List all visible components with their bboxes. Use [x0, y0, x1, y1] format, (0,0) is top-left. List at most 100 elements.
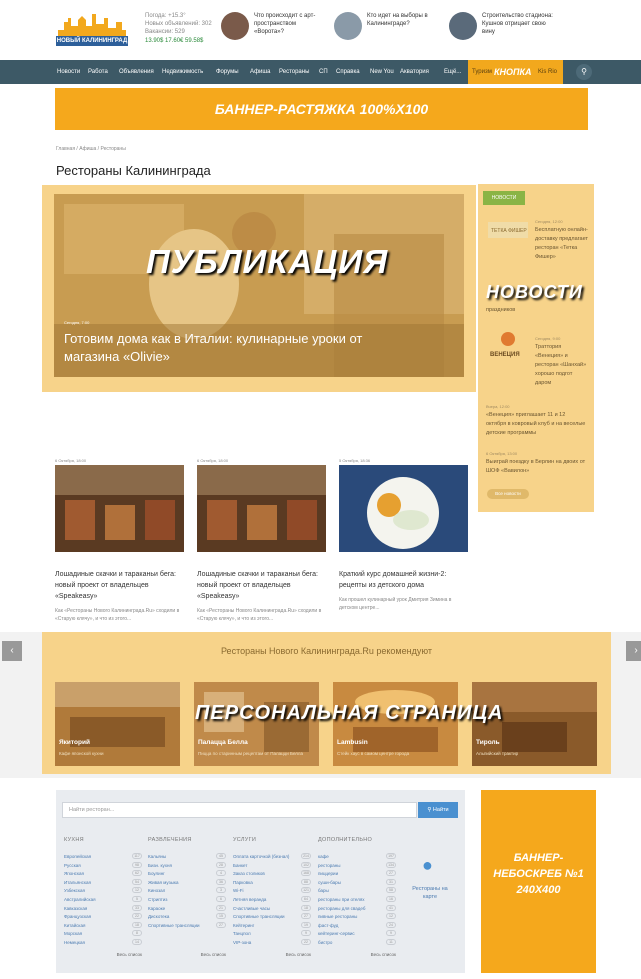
category-item[interactable]: Итальянская 54: [64, 878, 142, 888]
nav-item-forums[interactable]: Форумы: [216, 60, 239, 84]
category-count-badge: 21: [216, 904, 226, 911]
nav-item-help[interactable]: Справка: [336, 60, 360, 84]
news-column-item[interactable]: праздников: [486, 306, 586, 315]
category-item[interactable]: Спортивные трансляции 27: [233, 913, 311, 922]
category-more-link[interactable]: Весь список: [148, 952, 226, 957]
category-item[interactable]: Кинозал 3: [148, 887, 226, 896]
map-pin-icon[interactable]: ●: [422, 855, 433, 876]
category-item[interactable]: Узбекская 12: [64, 887, 142, 896]
svg-text:ВЕНЕЦИЯ: ВЕНЕЦИЯ: [490, 352, 520, 358]
category-more-link[interactable]: Весь список: [233, 952, 311, 957]
news-column-item[interactable]: Сегодня, 9:00 Траттория «Венеция» и рест…: [535, 334, 587, 388]
search-button[interactable]: ⚲ Найти: [418, 802, 458, 818]
nav-item-news[interactable]: Новости: [57, 60, 80, 84]
category-item[interactable]: VIP-зона 22: [233, 938, 311, 948]
category-more-link[interactable]: Весь список: [64, 952, 142, 957]
skyscraper-banner[interactable]: БАННЕР-НЕБОСКРЕБ №1 240Х400: [481, 790, 596, 973]
category-item[interactable]: Счастливые часы 18: [233, 904, 311, 914]
category-item[interactable]: Немецкая 14: [64, 938, 142, 948]
restaurant-search-input[interactable]: Найти ресторан...: [62, 802, 417, 818]
category-item[interactable]: Французская 22: [64, 913, 142, 922]
category-item[interactable]: Летняя веранда 64: [233, 895, 311, 905]
publication-title[interactable]: Готовим дома как в Италии: кулинарные ур…: [64, 330, 394, 366]
restaurant-sub: Пицца по старинным рецептам от Палацци Б…: [198, 751, 304, 756]
category-item[interactable]: Кавказская 33: [64, 904, 142, 914]
category-item[interactable]: Кальяны 45: [148, 853, 226, 862]
category-label: рестораны: [318, 862, 341, 868]
category-item[interactable]: Стриптиз 6: [148, 895, 226, 905]
header-news-item[interactable]: Кто идет на выборы в Калининграде?: [334, 12, 439, 40]
news-column-item[interactable]: 6 Октября, 13:00 Выиграй поездку в Берли…: [486, 449, 586, 476]
article-card[interactable]: 5 Октября, 18:36 Краткий курс домашней ж…: [339, 458, 468, 612]
search-icon[interactable]: ⚲: [576, 64, 592, 80]
category-item[interactable]: кейтеринг-сервис 9: [318, 930, 396, 939]
nav-item-ads[interactable]: Объявления: [119, 60, 154, 84]
category-count-badge: 134: [386, 861, 396, 868]
category-item[interactable]: Банкет 102: [233, 861, 311, 871]
category-item[interactable]: Японская 62: [64, 870, 142, 879]
category-item[interactable]: Китайская 18: [64, 921, 142, 931]
category-item[interactable]: Дискотека 15: [148, 913, 226, 922]
category-item[interactable]: Танцпол 9: [233, 930, 311, 939]
article-card[interactable]: 6 Октября, 18:00 Лошадиные скачки и тара…: [197, 458, 326, 623]
nav-promo-button[interactable]: Туризм КНОПКА Kis Rio: [468, 60, 563, 84]
carousel-next-arrow[interactable]: ›: [626, 641, 641, 661]
nav-item-jobs[interactable]: Работа: [88, 60, 108, 84]
category-item[interactable]: пивные рестораны 12: [318, 913, 396, 922]
news-column-tab[interactable]: НОВОСТИ: [483, 191, 525, 205]
category-item[interactable]: кафе 197: [318, 853, 396, 862]
carousel-prev-arrow[interactable]: ‹: [2, 641, 22, 661]
article-card[interactable]: 6 Октября, 18:00 Лошадиные скачки и тара…: [55, 458, 184, 623]
ads-count[interactable]: Новых объявлений: 302: [145, 20, 215, 28]
nav-item-afisha[interactable]: Афиша: [250, 60, 271, 84]
category-item[interactable]: рестораны 134: [318, 861, 396, 871]
category-item[interactable]: Заказ столиков 168: [233, 870, 311, 879]
category-item[interactable]: Морская 8: [64, 930, 142, 939]
category-item[interactable]: бары 58: [318, 887, 396, 896]
category-item[interactable]: Боулинг 4: [148, 870, 226, 879]
nav-item-aquatoria[interactable]: Акватория: [400, 60, 429, 84]
card-title[interactable]: Лошадиные скачки и тараканьи бега: новый…: [197, 569, 326, 602]
category-item[interactable]: Бизн. кухня 28: [148, 861, 226, 871]
card-title[interactable]: Лошадиные скачки и тараканьи бега: новый…: [55, 569, 184, 602]
category-item[interactable]: Европейская 117: [64, 853, 142, 862]
all-news-button[interactable]: Все новости: [487, 489, 529, 499]
nav-item-newyou[interactable]: New You: [370, 60, 394, 84]
logo-text[interactable]: НОВЫЙ КАЛИНИНГРАД: [56, 36, 128, 46]
category-more-link[interactable]: Весь список: [318, 952, 396, 957]
header-news-item[interactable]: Строительство стадиона: Кушнов отрицает …: [449, 12, 559, 40]
category-item[interactable]: Парковка 88: [233, 878, 311, 888]
header-news-item[interactable]: Что происходит с арт-пространством «Воро…: [221, 12, 326, 40]
category-item[interactable]: Спортивные трансляции 27: [148, 921, 226, 931]
category-item[interactable]: Караоке 21: [148, 904, 226, 914]
category-item[interactable]: Русская 98: [64, 861, 142, 871]
news-column-item[interactable]: Вчера, 12:00 «Венеция» приглашает 11 и 1…: [486, 402, 586, 438]
category-item[interactable]: рестораны для свадеб 41: [318, 904, 396, 914]
news-column-item[interactable]: Сегодня, 12:00 Бесплатную онлайн-доставк…: [535, 217, 590, 262]
category-count-badge: 28: [216, 861, 226, 868]
category-count-badge: 19: [301, 921, 311, 928]
category-item[interactable]: фаст-фуд 24: [318, 921, 396, 931]
category-count-badge: 14: [132, 938, 142, 945]
category-item[interactable]: бистро 11: [318, 938, 396, 948]
category-item[interactable]: рестораны при отелях 16: [318, 895, 396, 905]
restaurant-card[interactable]: Якиторий Кафе японской кухни: [55, 682, 180, 766]
category-item[interactable]: Австралийская 5: [64, 895, 142, 905]
category-item[interactable]: Живая музыка 36: [148, 878, 226, 888]
card-title[interactable]: Краткий курс домашней жизни-2: рецепты и…: [339, 569, 468, 591]
map-link[interactable]: Рестораны на карте: [408, 885, 452, 901]
category-item[interactable]: Кейтеринг 19: [233, 921, 311, 931]
nav-item-realty[interactable]: Недвижимость: [162, 60, 203, 84]
nav-item-restaurants[interactable]: Рестораны: [279, 60, 309, 84]
category-item[interactable]: суши-бары 31: [318, 878, 396, 888]
category-item[interactable]: Wi-Fi 121: [233, 887, 311, 896]
category-item[interactable]: Оплата карточкой (безнал) 214: [233, 853, 311, 862]
nav-item-sp[interactable]: СП: [319, 60, 328, 84]
vacancy-count[interactable]: Вакансии: 529: [145, 28, 215, 36]
category-item[interactable]: пиццерии 27: [318, 870, 396, 879]
stretch-banner[interactable]: БАННЕР-РАСТЯЖКА 100%Х100: [55, 88, 588, 130]
category-count-badge: 168: [301, 870, 311, 877]
weather-text[interactable]: Погода: +15.3°: [145, 12, 215, 20]
nav-item-more[interactable]: Ещё...: [444, 60, 461, 84]
breadcrumb[interactable]: Главная / Афиша / Рестораны: [56, 146, 126, 152]
